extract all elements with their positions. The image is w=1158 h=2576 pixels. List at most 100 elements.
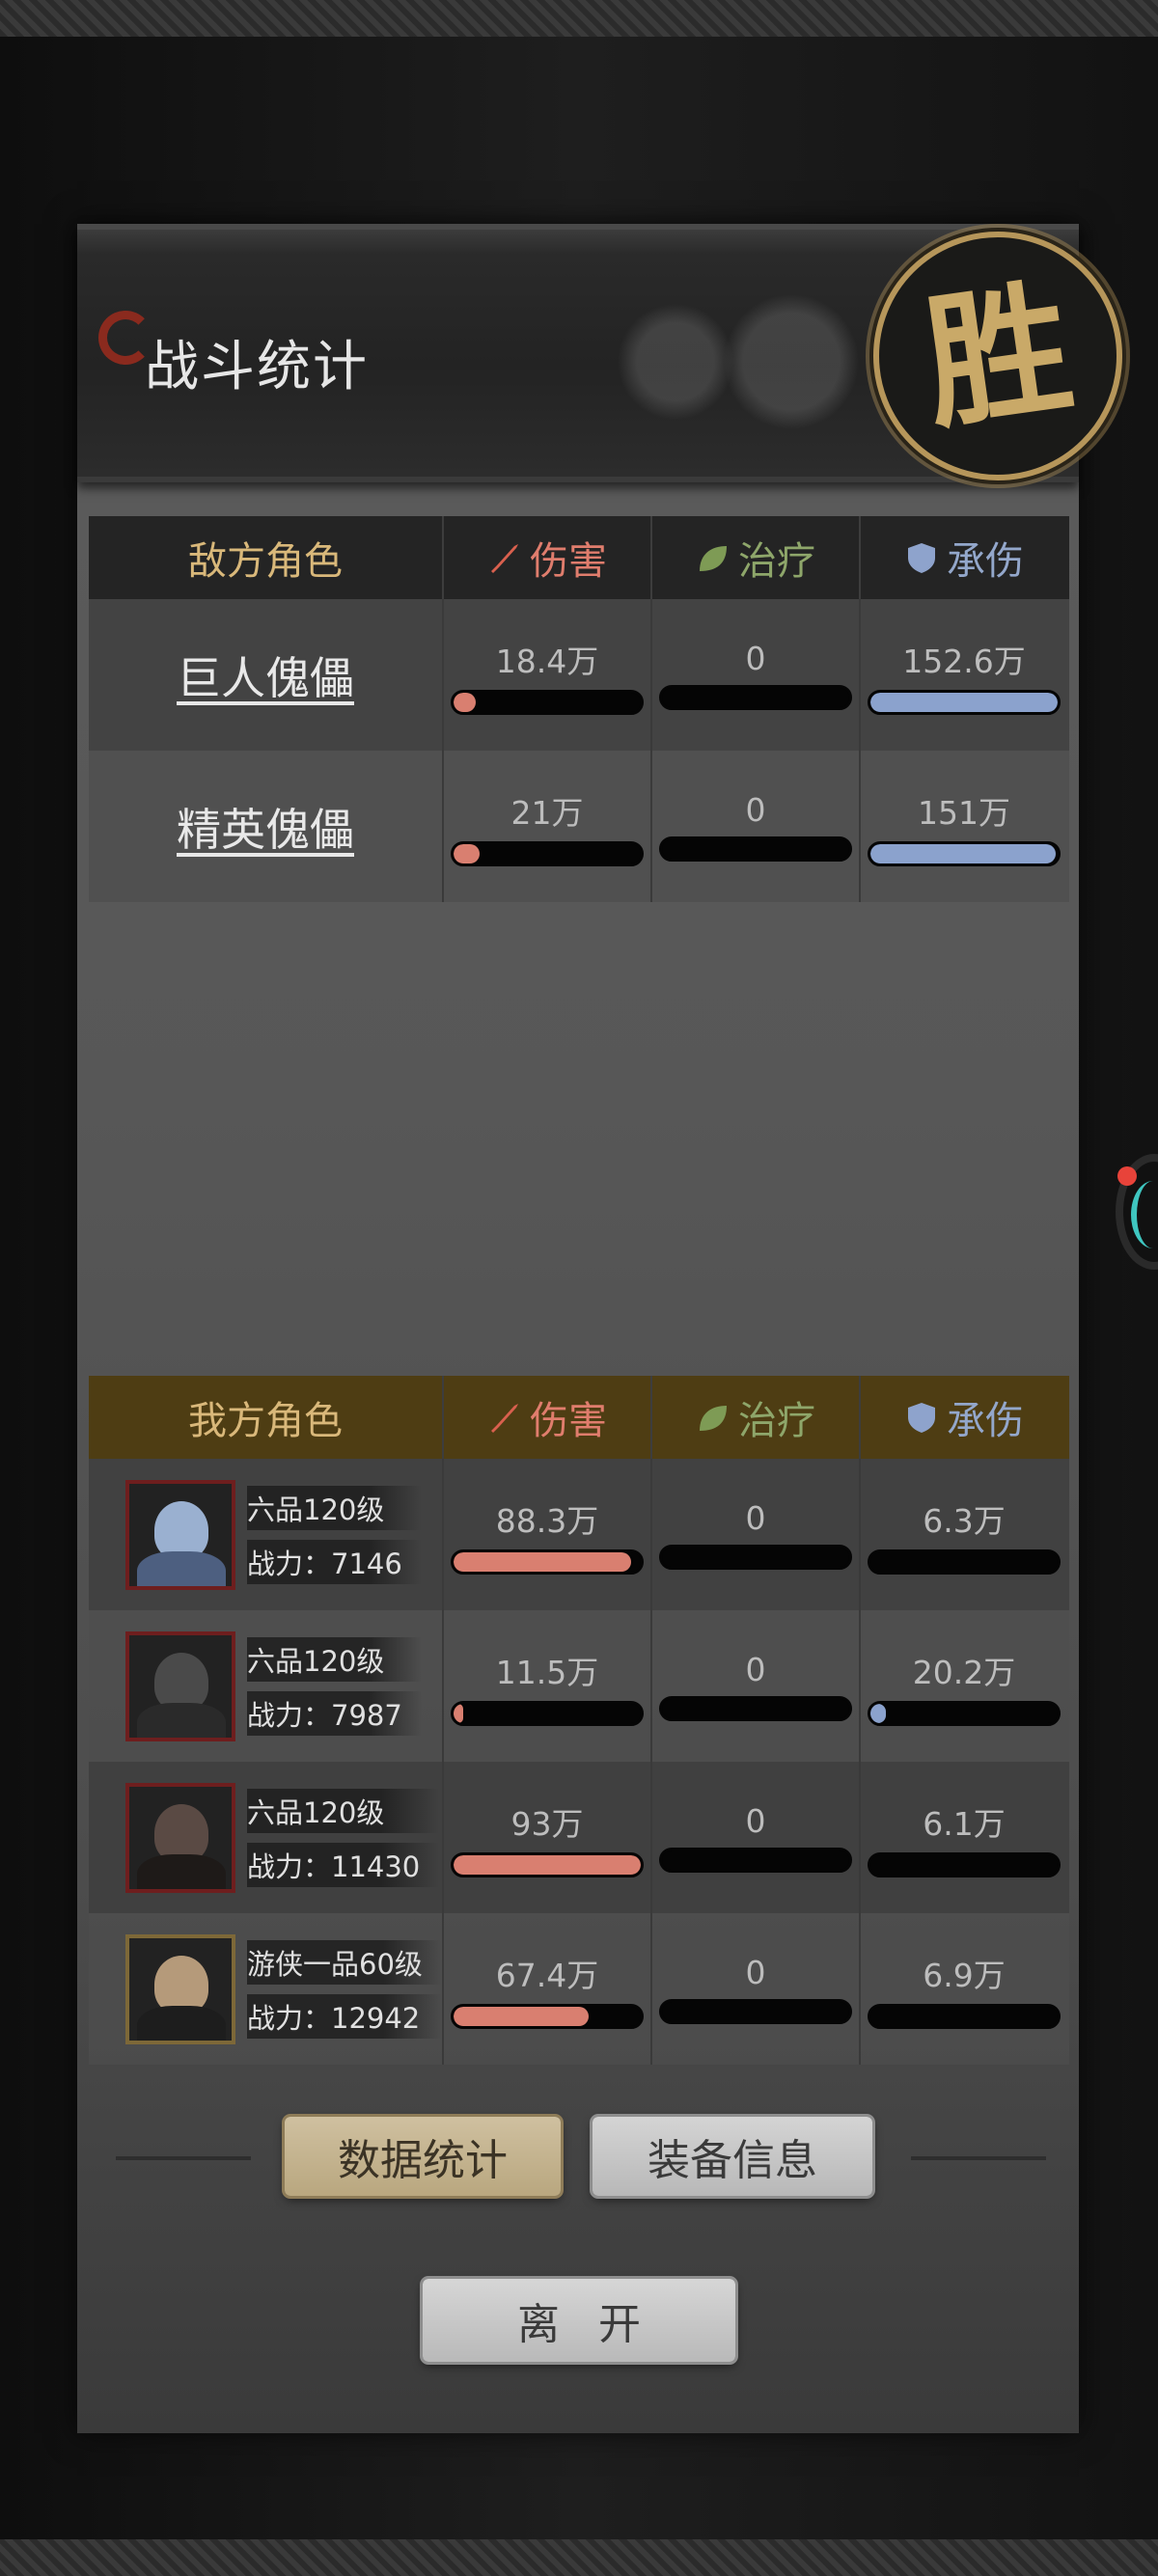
tank-bar xyxy=(868,2003,1061,2029)
tank-header: 承伤 xyxy=(859,1376,1067,1459)
tank-cell: 6.9万 xyxy=(859,1913,1067,2065)
heal-bar xyxy=(659,1848,852,1873)
table-row[interactable]: 六品120级 战力：11430 93万 0 6.1万 xyxy=(89,1762,1069,1913)
equip-info-tab[interactable]: 装备信息 xyxy=(593,2117,872,2196)
damage-header-label: 伤害 xyxy=(530,1399,607,1443)
ally-cell: 六品120级 战力：7987 xyxy=(89,1610,442,1762)
leaf-icon xyxy=(700,546,727,571)
ally-cell: 六品120级 战力：11430 xyxy=(89,1762,442,1913)
heal-cell: 0 xyxy=(650,1459,859,1610)
cloud-ornament xyxy=(589,289,878,434)
heal-value: 0 xyxy=(745,1954,766,1991)
heal-bar xyxy=(659,1999,852,2024)
enemy-name-header: 敌方角色 xyxy=(188,539,343,584)
enemy-name-link[interactable]: 巨人傀儡 xyxy=(177,644,354,707)
heal-cell: 0 xyxy=(650,1762,859,1913)
ally-info: 游侠一品60级 战力：12942 xyxy=(247,1939,442,2039)
damage-bar xyxy=(451,1851,644,1877)
name-cell: 巨人傀儡 xyxy=(89,599,442,751)
table-row[interactable]: 游侠一品60级 战力：12942 67.4万 0 6.9万 xyxy=(89,1913,1069,2065)
tank-cell: 6.3万 xyxy=(859,1459,1067,1610)
avatar[interactable] xyxy=(125,1782,235,1893)
ally-cell: 六品120级 战力：7146 xyxy=(89,1459,442,1610)
damage-bar-fill xyxy=(454,2006,589,2026)
damage-bar-fill xyxy=(454,843,481,863)
heal-value: 0 xyxy=(745,1499,766,1537)
tank-value: 6.9万 xyxy=(923,1956,1006,1994)
avatar-head xyxy=(154,1955,208,2014)
damage-bar-fill xyxy=(454,1703,463,1723)
ally-rows: 六品120级 战力：7146 88.3万 0 6.3万 六品120级 战力：79… xyxy=(89,1459,1069,2065)
avatar[interactable] xyxy=(125,1479,235,1590)
damage-header: 伤害 xyxy=(442,516,650,599)
widget-arc-icon xyxy=(1131,1181,1158,1248)
ally-info: 六品120级 战力：11430 xyxy=(247,1788,440,1887)
tank-bar xyxy=(868,689,1061,715)
tank-header-label: 承伤 xyxy=(947,1399,1024,1443)
heal-cell: 0 xyxy=(650,599,859,751)
heal-header-label: 治疗 xyxy=(738,1399,815,1443)
tank-bar xyxy=(868,1851,1061,1877)
heal-value: 0 xyxy=(745,1651,766,1688)
damage-value: 88.3万 xyxy=(495,1501,599,1540)
tank-cell: 20.2万 xyxy=(859,1610,1067,1762)
enemy-table: 敌方角色 伤害 治疗 承伤 巨人傀儡 18.4万 0 152.6万 精英傀儡 2… xyxy=(89,516,1069,902)
ally-name-header: 我方角色 xyxy=(188,1399,343,1443)
data-stats-tab[interactable]: 数据统计 xyxy=(285,2117,561,2196)
damage-value: 21万 xyxy=(510,793,584,832)
avatar[interactable] xyxy=(125,1631,235,1741)
damage-value: 93万 xyxy=(510,1804,584,1843)
damage-bar xyxy=(451,1548,644,1575)
tank-bar xyxy=(868,840,1061,866)
tank-value: 6.3万 xyxy=(923,1501,1006,1540)
shield-icon xyxy=(908,543,935,573)
damage-cell: 67.4万 xyxy=(442,1913,650,2065)
avatar[interactable] xyxy=(125,1933,235,2044)
damage-bar xyxy=(451,1700,644,1726)
damage-cell: 88.3万 xyxy=(442,1459,650,1610)
damage-cell: 21万 xyxy=(442,751,650,902)
tank-value: 6.1万 xyxy=(923,1804,1006,1843)
avatar-head xyxy=(154,1652,208,1711)
heal-cell: 0 xyxy=(650,751,859,902)
leave-button[interactable]: 离开 xyxy=(423,2279,735,2362)
table-row[interactable]: 巨人傀儡 18.4万 0 152.6万 xyxy=(89,599,1069,751)
avatar-body xyxy=(137,1550,226,1586)
avatar-body xyxy=(137,1853,226,1889)
damage-cell: 11.5万 xyxy=(442,1610,650,1762)
shield-icon xyxy=(908,1403,935,1433)
tank-value: 151万 xyxy=(918,793,1010,832)
damage-bar-fill xyxy=(454,1854,641,1875)
leaf-icon xyxy=(700,1406,727,1431)
avatar-head xyxy=(154,1803,208,1862)
bottom-border xyxy=(0,2539,1158,2576)
damage-bar xyxy=(451,840,644,866)
tank-cell: 152.6万 xyxy=(859,599,1067,751)
avatar-body xyxy=(137,2005,226,2041)
table-row[interactable]: 六品120级 战力：7987 11.5万 0 20.2万 xyxy=(89,1610,1069,1762)
ally-power: 战力：7146 xyxy=(247,1539,422,1584)
ally-rank: 六品120级 xyxy=(247,1636,422,1682)
tank-header: 承伤 xyxy=(859,516,1067,599)
damage-value: 11.5万 xyxy=(495,1653,599,1691)
enemy-table-header: 敌方角色 伤害 治疗 承伤 xyxy=(89,516,1069,599)
heal-header-label: 治疗 xyxy=(738,539,815,584)
heal-cell: 0 xyxy=(650,1610,859,1762)
heal-header: 治疗 xyxy=(650,1376,859,1459)
ally-power: 战力：11430 xyxy=(247,1842,440,1887)
heal-bar xyxy=(659,836,852,862)
damage-bar xyxy=(451,689,644,715)
enemy-name-link[interactable]: 精英傀儡 xyxy=(177,795,354,859)
heal-header: 治疗 xyxy=(650,516,859,599)
damage-value: 67.4万 xyxy=(495,1956,599,1994)
heal-value: 0 xyxy=(745,791,766,829)
tank-bar-fill xyxy=(870,692,1058,712)
table-row[interactable]: 精英傀儡 21万 0 151万 xyxy=(89,751,1069,902)
damage-cell: 93万 xyxy=(442,1762,650,1913)
sword-icon xyxy=(491,1404,518,1433)
tank-value: 20.2万 xyxy=(912,1653,1016,1691)
ally-info: 六品120级 战力：7987 xyxy=(247,1636,422,1736)
name-cell: 精英傀儡 xyxy=(89,751,442,902)
heal-value: 0 xyxy=(745,1802,766,1840)
table-row[interactable]: 六品120级 战力：7146 88.3万 0 6.3万 xyxy=(89,1459,1069,1610)
